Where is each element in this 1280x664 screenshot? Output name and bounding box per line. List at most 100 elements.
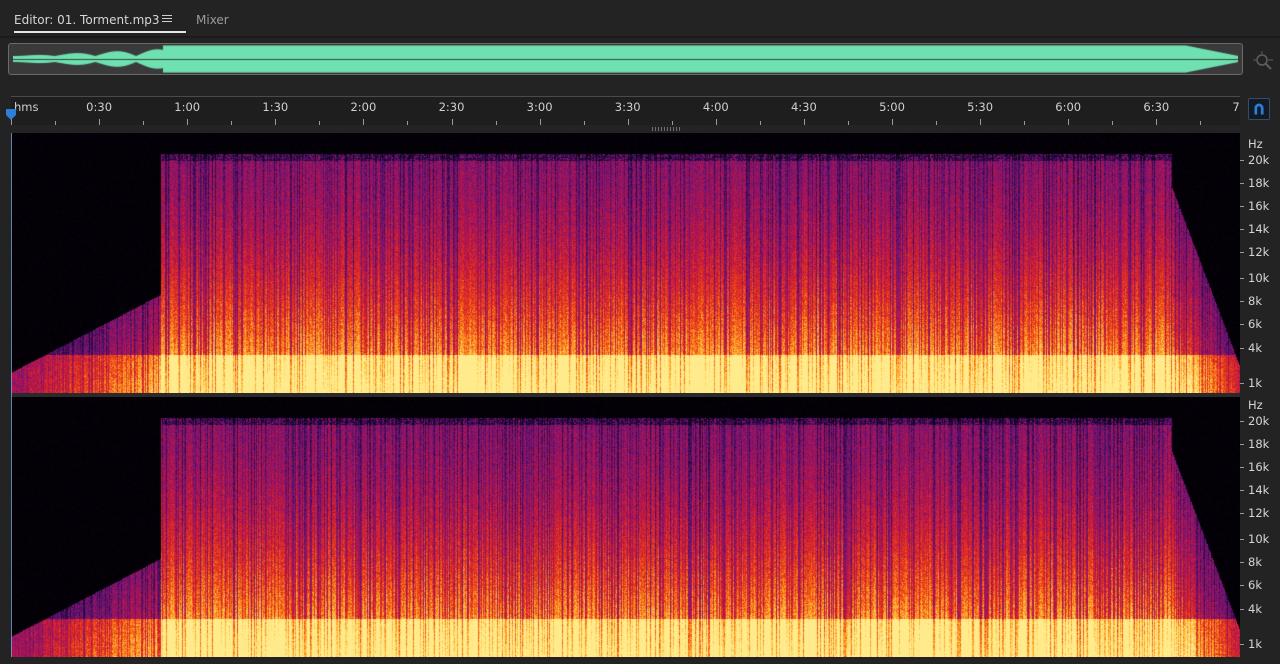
ruler-label: 6:30 <box>1143 100 1170 114</box>
hz-label: 8k <box>1248 294 1262 308</box>
hz-label: 1k <box>1248 637 1262 651</box>
tab-mixer-label: Mixer <box>196 13 229 27</box>
hz-tick <box>1240 183 1244 184</box>
ruler-tick <box>1200 121 1202 125</box>
hz-tick <box>1240 444 1244 445</box>
tab-editor-label: Editor: 01. Torment.mp3 <box>14 13 160 27</box>
ruler-tick <box>671 121 673 125</box>
ruler-tick <box>99 119 101 125</box>
panel-tab-bar: Editor: 01. Torment.mp3 Mixer <box>0 0 1280 36</box>
hz-label: 10k <box>1248 532 1270 546</box>
hz-tick <box>1240 324 1244 325</box>
playhead-marker-icon[interactable] <box>5 109 17 121</box>
hz-tick <box>1240 160 1244 161</box>
hz-label: 10k <box>1248 271 1270 285</box>
ruler-tick <box>1112 121 1114 125</box>
ruler-tick <box>1024 121 1026 125</box>
active-tab-indicator <box>14 31 186 33</box>
hz-tick <box>1240 301 1244 302</box>
hz-label: 12k <box>1248 245 1270 259</box>
snap-toggle-button[interactable] <box>1248 98 1270 120</box>
hz-label: 14k <box>1248 483 1270 497</box>
ruler-tick <box>495 121 497 125</box>
hz-label: 6k <box>1248 578 1262 592</box>
ruler-tick <box>847 121 849 125</box>
ruler-tick <box>892 119 893 125</box>
hz-label: 8k <box>1248 555 1262 569</box>
hz-tick <box>1240 562 1244 563</box>
spectral-display[interactable] <box>11 133 1240 657</box>
bottom-strip <box>0 657 1280 664</box>
spectrogram-channel-left[interactable] <box>11 133 1240 393</box>
ruler-tick <box>583 121 585 125</box>
ruler-tick <box>275 119 277 125</box>
ruler-label: 2:30 <box>438 100 465 114</box>
hz-tick <box>1240 467 1244 468</box>
overview-waveform <box>13 45 1238 73</box>
hz-tick <box>1240 490 1244 491</box>
ruler-tick <box>980 119 982 125</box>
ruler-label: 5:30 <box>967 100 994 114</box>
ruler-label: 5:00 <box>879 100 905 114</box>
ruler-tick <box>55 121 57 125</box>
hamburger-icon[interactable] <box>162 15 172 23</box>
hz-label: 6k <box>1248 317 1262 331</box>
hz-label: 20k <box>1248 414 1270 428</box>
hz-tick <box>1240 421 1244 422</box>
hz-label: 16k <box>1248 460 1270 474</box>
ruler-tick <box>1068 119 1070 125</box>
hz-label: 4k <box>1248 341 1262 355</box>
hz-tick <box>1240 383 1244 384</box>
hz-unit-label: Hz <box>1248 137 1263 151</box>
ruler-tick <box>627 119 629 125</box>
ruler-label: 1:30 <box>262 100 289 114</box>
hz-unit-label: Hz <box>1248 398 1263 412</box>
resize-grip[interactable] <box>652 127 680 131</box>
ruler-tick <box>363 119 365 125</box>
hz-tick <box>1240 278 1244 279</box>
ruler-tick <box>231 121 233 125</box>
hz-tick <box>1240 539 1244 540</box>
hz-label: 4k <box>1248 602 1262 616</box>
ruler-tick <box>539 119 541 125</box>
hz-label: 18k <box>1248 176 1270 190</box>
ruler-tick <box>715 119 717 125</box>
hz-label: 20k <box>1248 153 1270 167</box>
ruler-tick <box>451 119 453 125</box>
hz-tick <box>1240 585 1244 586</box>
ruler-label: 3:30 <box>614 100 641 114</box>
panel-divider <box>0 36 1280 38</box>
spectrogram-channel-right[interactable] <box>11 397 1240 657</box>
hz-tick <box>1240 609 1244 610</box>
ruler-label: 2:00 <box>350 100 377 114</box>
ruler-tick <box>143 121 145 125</box>
hz-label: 18k <box>1248 437 1270 451</box>
zoom-navigator-icon[interactable] <box>1252 50 1274 72</box>
ruler-unit-label: hms <box>14 100 39 114</box>
hz-label: 16k <box>1248 199 1270 213</box>
overview-navigator[interactable] <box>8 43 1243 75</box>
ruler-label: 4:30 <box>790 100 817 114</box>
ruler-tick <box>936 121 938 125</box>
magnet-icon <box>1254 103 1264 115</box>
hz-label: 1k <box>1248 376 1262 390</box>
hz-tick <box>1240 252 1244 253</box>
ruler-tick <box>407 121 409 125</box>
ruler-tick <box>759 121 761 125</box>
frequency-scale[interactable]: Hz 20k 18k 16k 14k 12k 10k 8k 6k 4k 1k Hz 20k 18k 16k 1… <box>1240 133 1280 657</box>
hz-tick <box>1240 644 1244 645</box>
ruler-label: 1:00 <box>174 100 201 114</box>
time-ruler[interactable]: hms 0:30 1:00 1:30 2:00 2:30 3:00 3:30 4:00 4:30… <box>11 96 1240 125</box>
hz-tick <box>1240 513 1244 514</box>
tab-editor[interactable]: Editor: 01. Torment.mp3 <box>14 0 186 36</box>
ruler-tick <box>803 119 805 125</box>
ruler-tick <box>1156 119 1158 125</box>
playhead-line <box>11 133 12 657</box>
hz-label: 12k <box>1248 506 1270 520</box>
tab-mixer[interactable]: Mixer <box>196 0 229 36</box>
ruler-label: 0:30 <box>86 100 113 114</box>
ruler-tick <box>187 119 189 125</box>
ruler-label: 3:00 <box>526 100 553 114</box>
ruler-tick <box>319 121 321 125</box>
ruler-label: 6:00 <box>1055 100 1082 114</box>
